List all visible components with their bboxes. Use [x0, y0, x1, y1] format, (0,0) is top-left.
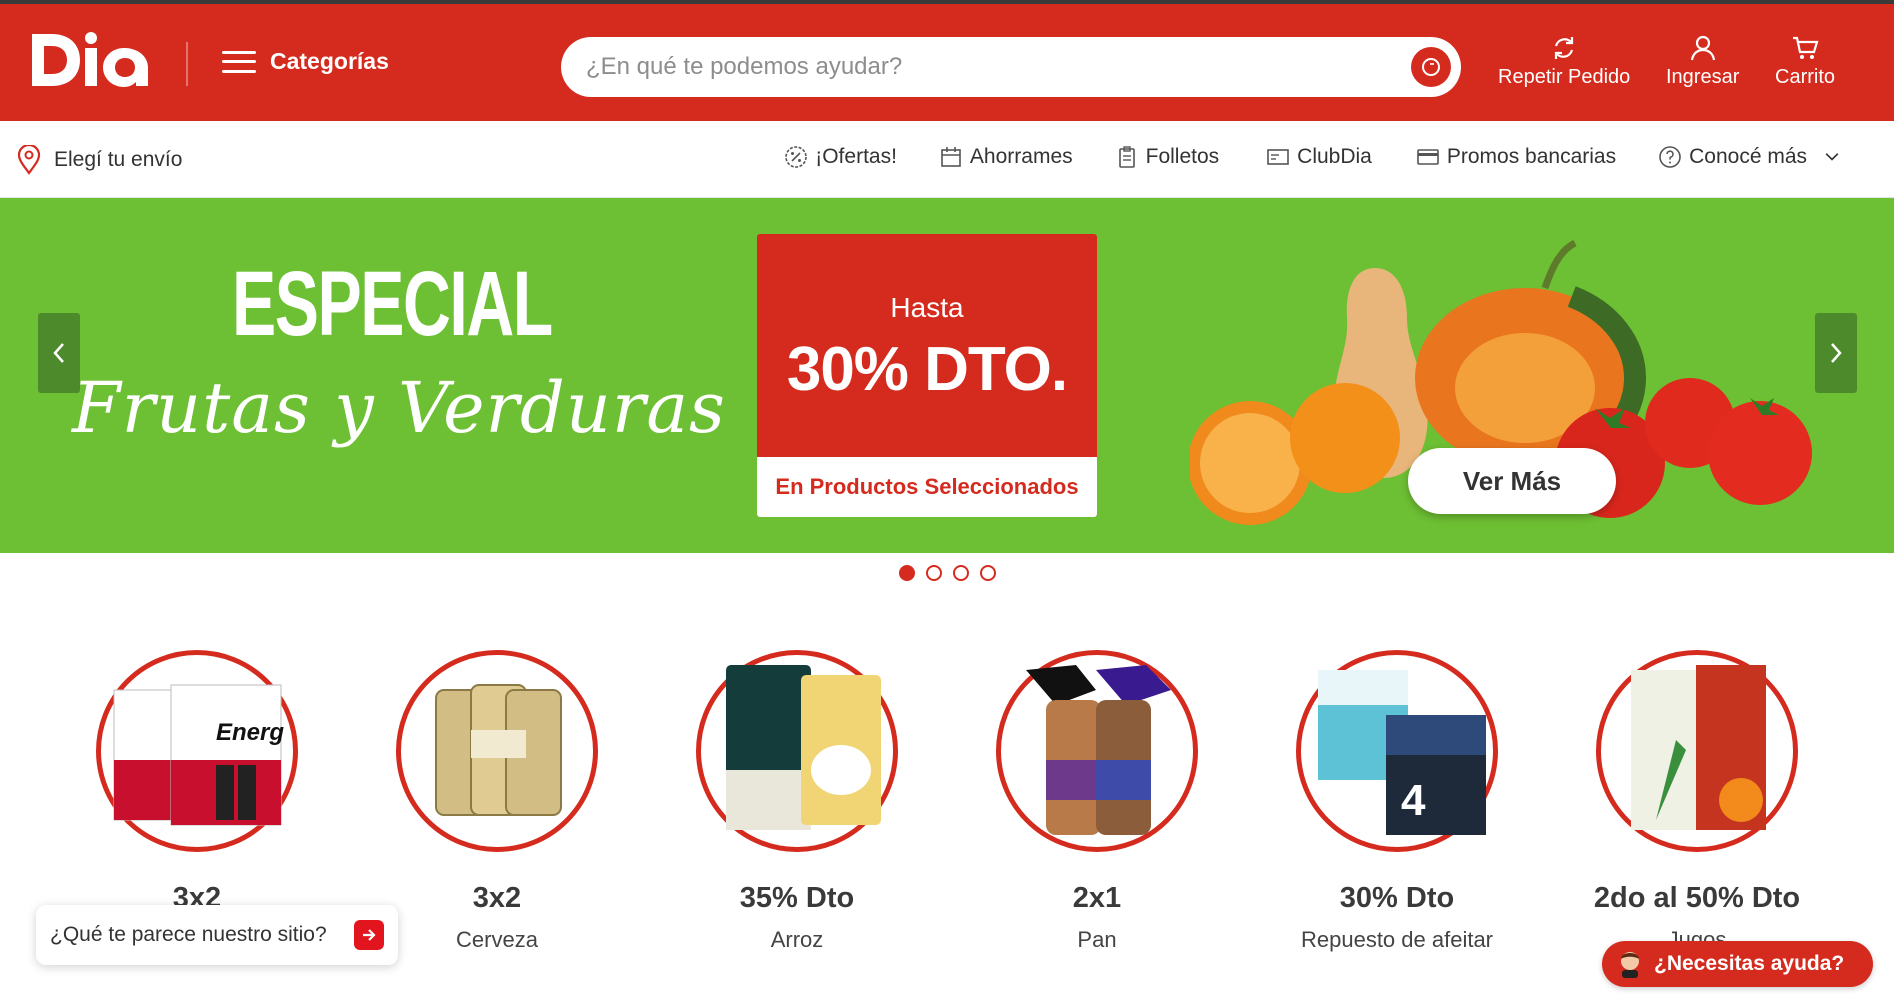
- login-label: Ingresar: [1666, 66, 1740, 88]
- nav-folletos-label: Folletos: [1145, 145, 1220, 168]
- categories-label: Categorías: [270, 48, 389, 74]
- feedback-label: ¿Qué te parece nuestro sitio?: [50, 923, 327, 946]
- juice-cartons-image: [1631, 665, 1766, 830]
- promo-big-text: 30% DTO.: [786, 335, 1068, 404]
- repeat-order-label: Repetir Pedido: [1498, 66, 1631, 88]
- svg-text:Energ: Energ: [216, 719, 284, 746]
- banner-promo-card: Hasta 30% DTO. En Productos Seleccionado…: [757, 234, 1097, 517]
- question-icon: [1659, 146, 1681, 168]
- search-button[interactable]: [1411, 47, 1451, 87]
- promo-image-circle: [996, 650, 1198, 852]
- secondary-nav: Elegí tu envío ¡Ofertas! Ahorrames Folle…: [0, 121, 1894, 198]
- nav-links: ¡Ofertas! Ahorrames Folletos ClubDia Pro…: [784, 145, 1842, 169]
- search-bar: [561, 37, 1461, 97]
- promo-item[interactable]: 2x1 Pan: [947, 650, 1247, 953]
- promo-image-circle: 4: [1296, 650, 1498, 852]
- chevron-down-icon: [1825, 153, 1839, 161]
- nav-offers[interactable]: ¡Ofertas!: [784, 145, 897, 169]
- search-icon: [1422, 58, 1440, 76]
- cart-button[interactable]: Carrito: [1775, 34, 1835, 89]
- feedback-widget[interactable]: ¿Qué te parece nuestro sitio?: [36, 905, 398, 965]
- nav-conoce-mas-label: Conocé más: [1689, 145, 1807, 168]
- help-chat-button[interactable]: ¿Necesitas ayuda?: [1602, 941, 1873, 987]
- dia-logo[interactable]: [28, 30, 153, 90]
- site-header: Categorías Repetir Pedido Ingresar Carri…: [0, 4, 1894, 121]
- hero-banner[interactable]: ESPECIAL Frutas y Verduras Hasta 30% DTO…: [0, 198, 1894, 553]
- promo-image-circle: [1596, 650, 1798, 852]
- carousel-dot-3[interactable]: [953, 565, 969, 581]
- banner-headline: ESPECIAL: [232, 253, 553, 355]
- banner-next-button[interactable]: [1815, 313, 1857, 393]
- promo-image-circle: [696, 650, 898, 852]
- refresh-icon: [1555, 37, 1574, 59]
- cart-icon: [1793, 36, 1819, 59]
- promo-title: 2x1: [1072, 882, 1122, 914]
- credit-card-icon: [1417, 149, 1439, 165]
- promo-item[interactable]: 35% Dto Arroz: [647, 650, 947, 953]
- carousel-dot-2[interactable]: [926, 565, 942, 581]
- svg-text:4: 4: [1401, 776, 1426, 825]
- logo-divider: [186, 42, 188, 86]
- nav-promos-bancarias[interactable]: Promos bancarias: [1416, 145, 1616, 169]
- nav-clubdia[interactable]: ClubDia: [1266, 145, 1372, 169]
- rice-bags-image: [726, 665, 881, 830]
- promo-image-circle: [396, 650, 598, 852]
- arrow-right-icon[interactable]: [354, 920, 384, 950]
- chevron-left-icon: [53, 343, 64, 363]
- help-label: ¿Necesitas ayuda?: [1654, 952, 1845, 975]
- repeat-order-button[interactable]: Repetir Pedido: [1498, 34, 1630, 89]
- nav-ahorrames[interactable]: Ahorrames: [939, 145, 1073, 169]
- nav-ahorrames-label: Ahorrames: [969, 145, 1073, 168]
- promo-subtitle: Arroz: [770, 927, 824, 952]
- carousel-dot-1[interactable]: [899, 565, 915, 581]
- promo-item[interactable]: Energ 3x2: [47, 650, 347, 927]
- promo-item[interactable]: 4 30% Dto Repuesto de afeitar: [1247, 650, 1547, 953]
- shipping-label: Elegí tu envío: [54, 148, 183, 171]
- carousel-dot-4[interactable]: [980, 565, 996, 581]
- nav-conoce-mas[interactable]: Conocé más: [1658, 145, 1842, 169]
- menu-icon: [222, 50, 256, 73]
- promo-title: 2do al 50% Dto: [1593, 882, 1801, 914]
- search-input[interactable]: [561, 37, 1461, 97]
- user-icon: [1690, 35, 1715, 61]
- percent-badge-icon: [785, 146, 808, 168]
- bread-packs-image: [1026, 665, 1171, 835]
- promo-small-text: Hasta: [890, 292, 964, 323]
- promo-item[interactable]: 2do al 50% Dto Jugos: [1547, 650, 1847, 953]
- banner-script-line: Frutas y Verduras: [72, 367, 726, 449]
- beer-cans-image: [435, 684, 562, 816]
- razor-refills-image: 4: [1318, 670, 1486, 835]
- nav-promos-bancarias-label: Promos bancarias: [1446, 145, 1617, 168]
- assistant-avatar-icon: [1621, 952, 1639, 978]
- promo-title: 30% Dto: [1339, 882, 1455, 914]
- banner-cta-button[interactable]: Ver Más: [1408, 448, 1616, 514]
- nav-folletos[interactable]: Folletos: [1115, 145, 1220, 169]
- card-icon: [1267, 149, 1289, 165]
- batteries-image: Energ: [113, 684, 284, 826]
- promo-footer-text: En Productos Seleccionados: [757, 457, 1097, 517]
- location-pin-icon: [17, 145, 41, 175]
- promo-subtitle: Pan: [1077, 927, 1117, 952]
- shipping-selector[interactable]: Elegí tu envío: [16, 145, 182, 175]
- chevron-right-icon: [1831, 343, 1842, 363]
- categories-button[interactable]: Categorías: [222, 48, 389, 75]
- nav-clubdia-label: ClubDia: [1297, 145, 1372, 168]
- cart-label: Carrito: [1775, 66, 1836, 88]
- promo-subtitle: Repuesto de afeitar: [1300, 927, 1494, 952]
- carousel-dots: [899, 565, 996, 581]
- clipboard-icon: [1118, 146, 1135, 168]
- promo-image-circle: Energ: [96, 650, 298, 852]
- nav-offers-label: ¡Ofertas!: [815, 145, 897, 168]
- promo-title: 35% Dto: [739, 882, 855, 914]
- login-button[interactable]: Ingresar: [1666, 34, 1739, 89]
- calendar-icon: [941, 147, 961, 167]
